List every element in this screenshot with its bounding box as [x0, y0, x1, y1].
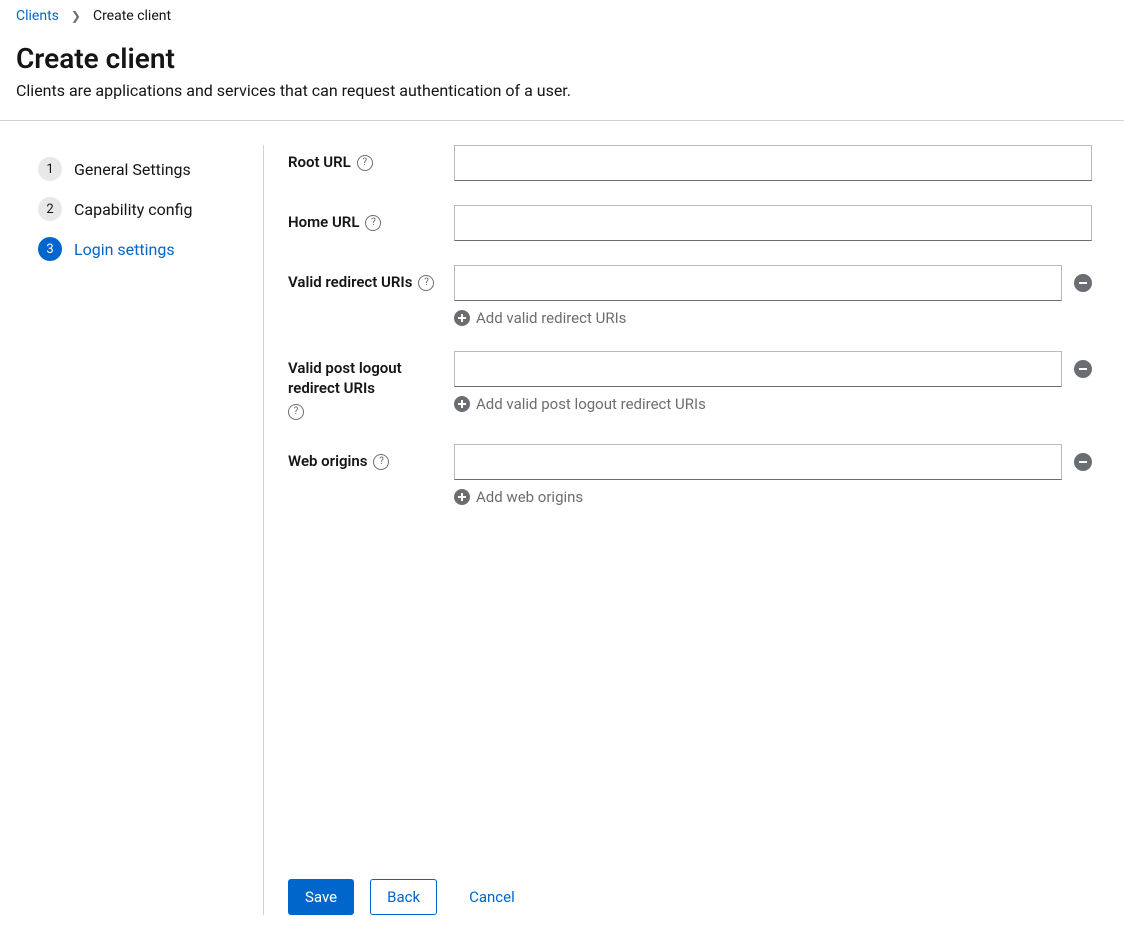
- wizard-step-capability-config[interactable]: 2 Capability config: [16, 189, 263, 229]
- input-web-origin[interactable]: [454, 444, 1062, 480]
- add-link-label: Add valid post logout redirect URIs: [476, 395, 706, 413]
- plus-circle-icon: [454, 396, 470, 412]
- add-web-origins-link[interactable]: Add web origins: [454, 488, 1092, 506]
- wizard-footer: Save Back Cancel: [288, 863, 1092, 915]
- wizard-step-general-settings[interactable]: 1 General Settings: [16, 149, 263, 189]
- help-icon[interactable]: ?: [365, 215, 381, 231]
- wizard-step-login-settings[interactable]: 3 Login settings: [16, 229, 263, 269]
- label-web-origins: Web origins: [288, 452, 367, 472]
- wizard-nav: 1 General Settings 2 Capability config 3…: [16, 145, 264, 915]
- help-icon[interactable]: ?: [418, 275, 434, 291]
- label-home-url: Home URL: [288, 213, 359, 233]
- breadcrumb: Clients ❯ Create client: [16, 8, 1108, 24]
- remove-button[interactable]: [1074, 274, 1092, 292]
- save-button[interactable]: Save: [288, 879, 354, 915]
- page-description: Clients are applications and services th…: [16, 81, 1108, 100]
- label-root-url: Root URL: [288, 153, 351, 173]
- step-label: Capability config: [74, 200, 192, 219]
- step-number-badge: 3: [38, 237, 62, 261]
- help-icon[interactable]: ?: [288, 404, 304, 420]
- input-home-url[interactable]: [454, 205, 1092, 241]
- remove-button[interactable]: [1074, 360, 1092, 378]
- back-button[interactable]: Back: [370, 879, 437, 915]
- breadcrumb-link-clients[interactable]: Clients: [16, 8, 59, 24]
- step-number-badge: 1: [38, 157, 62, 181]
- page-title: Create client: [16, 42, 1108, 75]
- plus-circle-icon: [454, 489, 470, 505]
- chevron-right-icon: ❯: [71, 9, 81, 23]
- add-link-label: Add web origins: [476, 488, 583, 506]
- step-label: Login settings: [74, 240, 175, 259]
- input-valid-post-logout-redirect-uri[interactable]: [454, 351, 1062, 387]
- add-valid-redirect-uris-link[interactable]: Add valid redirect URIs: [454, 309, 1092, 327]
- cancel-button[interactable]: Cancel: [453, 879, 531, 915]
- label-valid-post-logout-redirect-uris: Valid post logout redirect URIs: [288, 359, 454, 398]
- help-icon[interactable]: ?: [373, 454, 389, 470]
- input-root-url[interactable]: [454, 145, 1092, 181]
- breadcrumb-current: Create client: [93, 8, 171, 24]
- label-valid-redirect-uris: Valid redirect URIs: [288, 273, 412, 293]
- remove-button[interactable]: [1074, 453, 1092, 471]
- add-valid-post-logout-redirect-uris-link[interactable]: Add valid post logout redirect URIs: [454, 395, 1092, 413]
- add-link-label: Add valid redirect URIs: [476, 309, 626, 327]
- plus-circle-icon: [454, 310, 470, 326]
- input-valid-redirect-uri[interactable]: [454, 265, 1062, 301]
- help-icon[interactable]: ?: [357, 155, 373, 171]
- step-label: General Settings: [74, 160, 191, 179]
- step-number-badge: 2: [38, 197, 62, 221]
